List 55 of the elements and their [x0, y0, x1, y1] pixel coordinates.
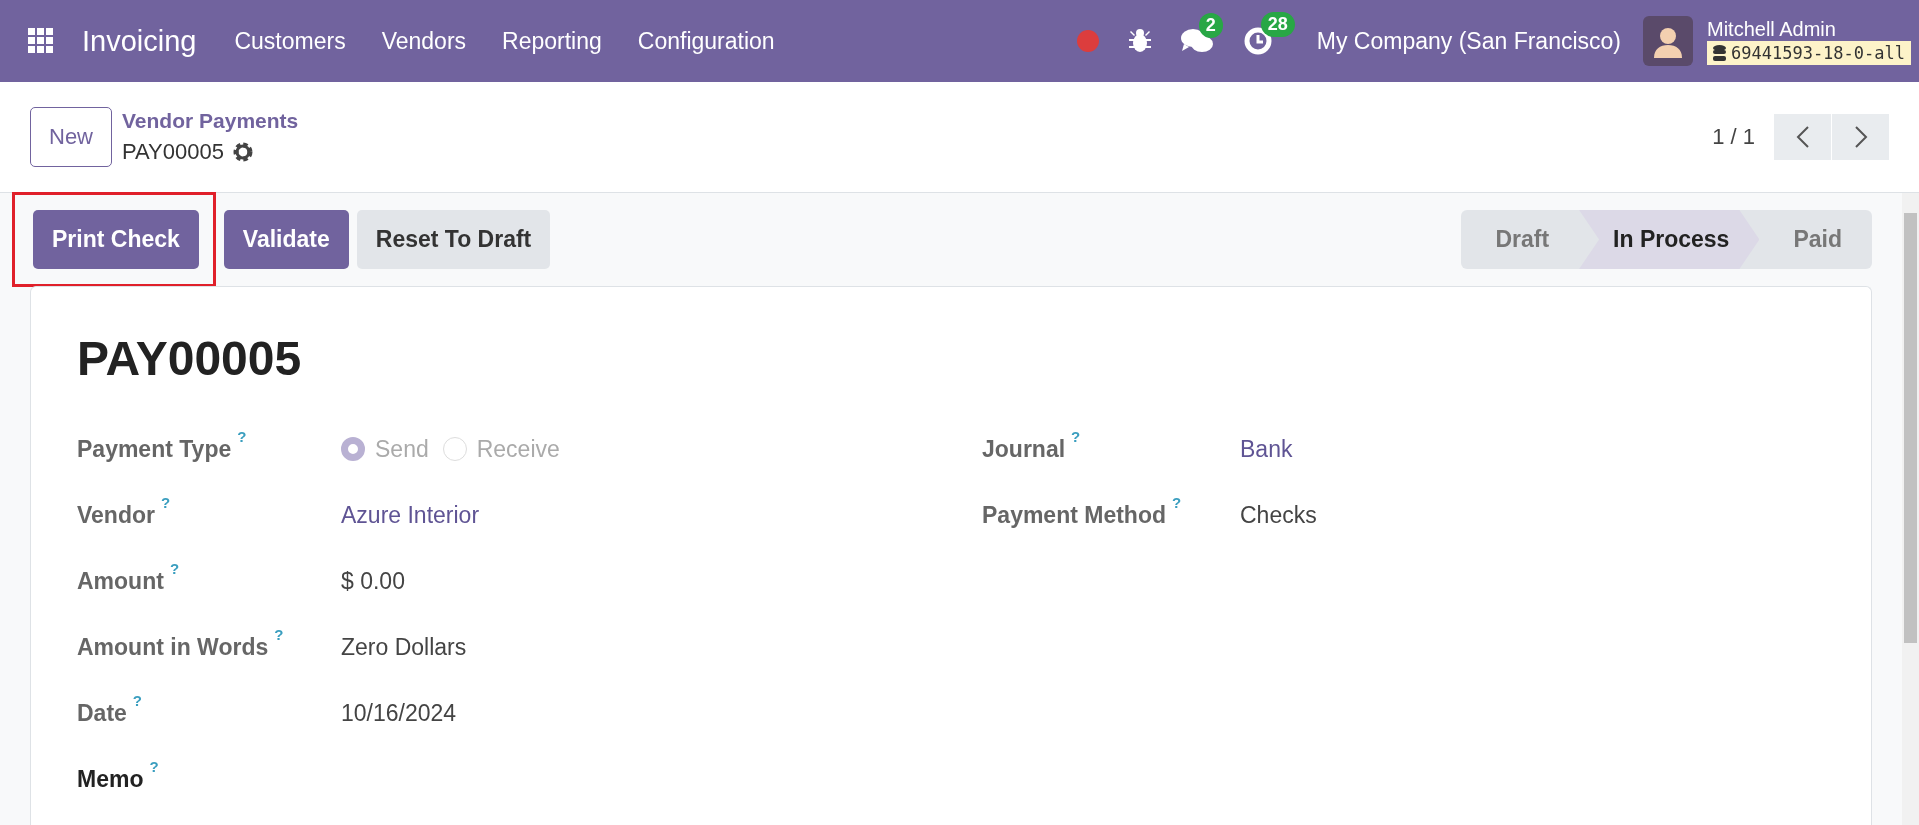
field-label: Payment Type $^{?}$ — [77, 427, 248, 464]
avatar[interactable] — [1643, 16, 1693, 66]
field-label: Vendor $^{?}$ — [77, 493, 172, 530]
field-label: Journal $^{?}$ — [982, 427, 1082, 464]
field-value: $ 0.00 — [341, 567, 406, 595]
status-stage[interactable]: Paid — [1759, 210, 1872, 269]
field-value[interactable]: Azure Interior — [341, 501, 982, 529]
field-value: Checks — [1240, 501, 1318, 529]
field-label: Date $^{?}$ — [77, 691, 144, 728]
breadcrumb-link[interactable]: Vendor Payments — [122, 109, 299, 133]
menu-item[interactable]: Vendors — [363, 27, 485, 55]
field-label: Amount $^{?}$ — [77, 559, 181, 596]
radio-icon[interactable] — [341, 437, 365, 461]
settings-icon[interactable] — [231, 141, 254, 163]
bug-icon[interactable] — [1128, 29, 1151, 53]
field-label: Payment Method $^{?}$ — [982, 493, 1183, 530]
field-label: Amount in Words $^{?}$ — [77, 625, 285, 662]
field-value: Zero Dollars — [341, 633, 468, 661]
help-icon[interactable]: ? — [1071, 428, 1081, 445]
record-dot-icon[interactable] — [1076, 30, 1099, 52]
user-name[interactable]: Mitchell Admin — [1707, 17, 1911, 41]
message-count-badge: 2 — [1198, 13, 1223, 38]
activity-count-badge: 28 — [1260, 12, 1295, 37]
status-stage[interactable]: Draft — [1461, 210, 1580, 269]
help-icon[interactable]: ? — [132, 692, 143, 709]
new-button[interactable]: New — [30, 107, 112, 167]
field-value[interactable]: Bank — [1240, 435, 1825, 463]
field-value: 10/16/2024 — [341, 699, 458, 727]
chevron-right-icon — [1853, 125, 1868, 149]
help-icon[interactable]: ? — [237, 428, 247, 445]
help-icon[interactable]: ? — [160, 494, 171, 511]
app-name[interactable]: Invoicing — [82, 24, 197, 58]
action-button[interactable]: Print Check — [33, 210, 199, 269]
record-name: PAY00005 — [122, 139, 224, 165]
menu-item[interactable]: Configuration — [619, 27, 793, 55]
scrollbar[interactable] — [1902, 193, 1919, 825]
status-stage[interactable]: In Process — [1579, 210, 1760, 269]
pager-value: 1 / 1 — [1712, 124, 1755, 150]
radio-icon[interactable] — [442, 437, 467, 461]
chevron-left-icon — [1795, 125, 1810, 149]
apps-grid-icon[interactable] — [28, 28, 54, 54]
record-title: PAY00005 — [77, 331, 303, 386]
help-icon[interactable]: ? — [149, 758, 159, 775]
action-button[interactable]: Reset To Draft — [356, 210, 551, 269]
help-icon[interactable]: ? — [1172, 494, 1182, 511]
next-button[interactable] — [1832, 114, 1889, 160]
help-icon[interactable]: ? — [274, 626, 284, 643]
field-label: Memo $^{?}$ — [77, 757, 160, 794]
menu-item[interactable]: Reporting — [484, 27, 620, 55]
action-button[interactable]: Validate — [223, 210, 349, 269]
menu-item[interactable]: Customers — [216, 27, 364, 55]
help-icon[interactable]: ? — [169, 560, 180, 577]
previous-button[interactable] — [1774, 114, 1831, 160]
company-switcher[interactable]: My Company (San Francisco) — [1316, 27, 1621, 55]
database-name: 69441593-18-0-all — [1731, 42, 1905, 63]
